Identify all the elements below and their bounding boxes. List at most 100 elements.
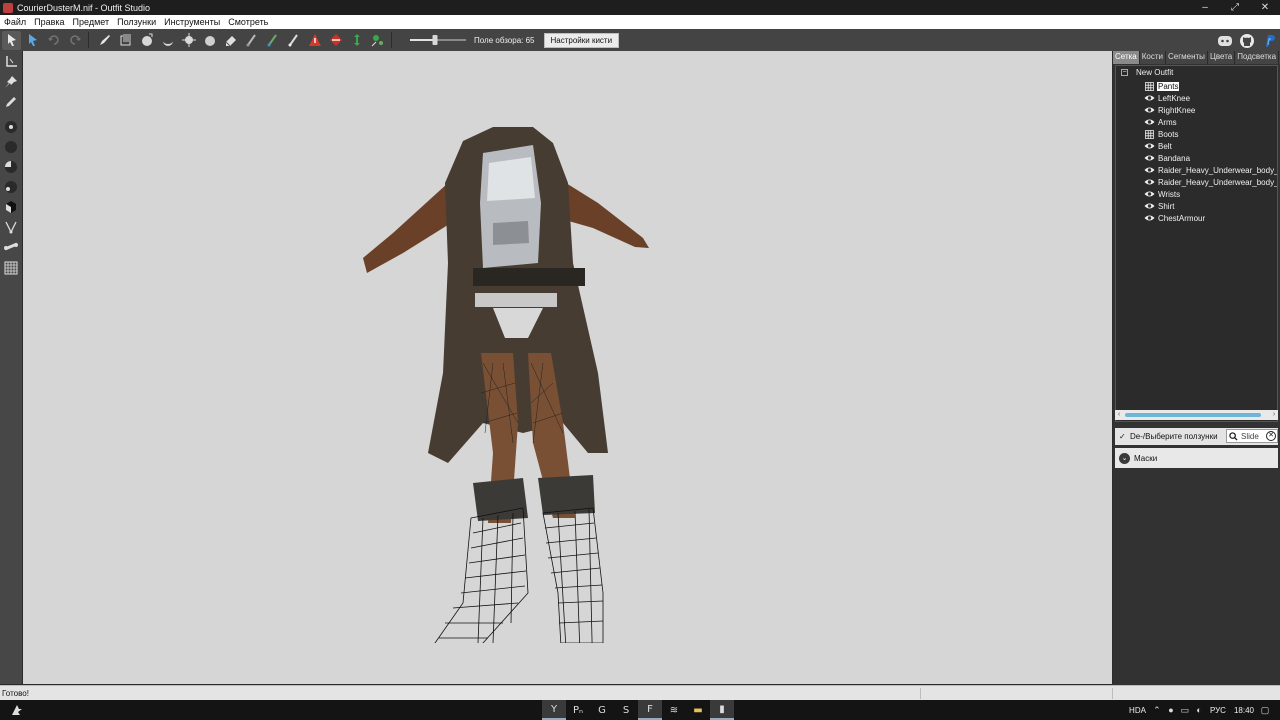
tab-segments[interactable]: Сегменты [1166,51,1208,64]
tree-item[interactable]: Bandana [1144,152,1191,164]
select-tool-button[interactable] [2,30,21,50]
eye-icon[interactable] [1144,202,1155,211]
minimize-button[interactable]: – [1190,0,1220,15]
eye-icon[interactable] [1144,154,1155,163]
grid-icon[interactable] [1144,129,1155,139]
taskbar-app[interactable]: S [614,700,638,720]
segment-view-button[interactable] [2,238,20,256]
collision-toggle-button[interactable] [305,31,324,50]
menu-edit[interactable]: Правка [30,17,68,27]
taskbar-app-outfit-studio[interactable]: ▮ [710,700,734,720]
start-button[interactable] [10,703,24,717]
tree-item[interactable]: Raider_Heavy_Underwear_body_Cl [1144,176,1277,188]
menu-view[interactable]: Смотреть [224,17,272,27]
brush-inflate-button[interactable] [137,31,156,50]
eye-icon[interactable] [1144,142,1155,151]
brush-alpha-button[interactable] [284,31,303,50]
bone-view-button[interactable] [2,218,20,236]
taskbar-app-explorer[interactable]: ▬ [686,700,710,720]
connected-toggle-button[interactable] [347,31,366,50]
language-indicator[interactable]: РУС [1210,706,1226,715]
eye-icon[interactable] [1144,94,1155,103]
eye-icon[interactable] [1144,118,1155,127]
tree-item[interactable]: LeftKnee [1144,92,1191,104]
grid-icon[interactable] [1144,81,1155,91]
brush-move-button[interactable] [179,31,198,50]
fov-slider[interactable] [410,34,466,46]
eye-icon[interactable] [1144,178,1155,187]
brush-standard-button[interactable] [95,31,114,50]
menu-file[interactable]: Файл [0,17,30,27]
eye-icon[interactable] [1144,106,1155,115]
volume-icon[interactable]: ◐ [1192,700,1206,720]
brush-smooth-button[interactable] [200,31,219,50]
clear-search-icon[interactable]: ✕ [1266,431,1276,441]
point-size-medium-button[interactable] [2,138,20,156]
tree-item[interactable]: Raider_Heavy_Underwear_body_Cl [1144,164,1277,176]
discord-button[interactable] [1215,31,1234,50]
tree-item[interactable]: Arms [1144,116,1178,128]
network-icon[interactable]: ▭ [1178,700,1192,720]
tree-item[interactable]: Pants [1144,80,1180,92]
github-button[interactable] [1237,31,1256,50]
sphere-light-button[interactable] [2,178,20,196]
tab-lighting[interactable]: Подсветка [1235,51,1280,64]
menu-shape[interactable]: Предмет [69,17,114,27]
brush-weight-button[interactable] [242,31,261,50]
tab-mesh[interactable]: Сетка [1113,51,1140,64]
global-brush-toggle-button[interactable] [368,31,387,50]
taskbar-app[interactable]: ≋ [662,700,686,720]
masks-section[interactable]: ⌄ Маски [1115,448,1278,468]
pencil-tool-button[interactable] [2,93,20,111]
select-sliders-checkbox[interactable]: ✓ [1119,432,1127,441]
menu-sliders[interactable]: Ползунки [113,17,160,27]
tree-item[interactable]: RightKnee [1144,104,1196,116]
brush-mask-button[interactable] [116,31,135,50]
taskbar-app[interactable]: Pₙ [566,700,590,720]
redo-button[interactable] [65,31,84,50]
tree-item[interactable]: Wrists [1144,188,1181,200]
point-size-small-button[interactable] [2,118,20,136]
collapse-toggle[interactable]: − [1121,69,1128,76]
brush-color-button[interactable] [263,31,282,50]
tree-item[interactable]: Boots [1144,128,1179,140]
tab-bones[interactable]: Кости [1140,51,1166,64]
undo-button[interactable] [44,31,63,50]
tree-root[interactable]: − New Outfit [1121,68,1173,77]
tree-item[interactable]: Belt [1144,140,1173,152]
slider-search-input[interactable]: Slide ✕ [1226,429,1278,443]
taskbar-app[interactable]: F [638,700,662,720]
fov-slider-thumb[interactable] [432,35,438,45]
chevron-up-icon[interactable]: ⌃ [1150,700,1164,720]
tree-horizontal-scrollbar[interactable]: ‹ › [1115,410,1278,420]
scroll-thumb[interactable] [1125,413,1261,417]
paypal-button[interactable] [1259,31,1278,50]
clock[interactable]: 18:40 [1234,706,1254,715]
tray-indicator[interactable]: HDA [1129,706,1146,715]
tab-colors[interactable]: Цвета [1208,51,1236,64]
close-button[interactable]: ✕ [1250,0,1280,15]
eye-icon[interactable] [1144,166,1155,175]
brush-settings-button[interactable]: Настройки кисти [543,32,620,48]
brush-deflate-button[interactable] [158,31,177,50]
scroll-left-icon[interactable]: ‹ [1115,410,1123,420]
wireframe-toggle-button[interactable] [2,259,20,277]
notifications-icon[interactable]: ▢ [1258,700,1272,720]
microphone-icon[interactable]: ● [1164,700,1178,720]
eye-icon[interactable] [1144,190,1155,199]
tree-item[interactable]: Shirt [1144,200,1175,212]
x-mirror-toggle-button[interactable] [326,31,345,50]
taskbar-app[interactable]: G [590,700,614,720]
taskbar-app[interactable]: Y [542,700,566,720]
brush-undiff-button[interactable] [221,31,240,50]
3d-viewport[interactable] [23,51,1112,684]
scroll-right-icon[interactable]: › [1270,410,1278,420]
restore-button[interactable]: ⤢ [1220,0,1250,15]
pin-tool-button[interactable] [2,73,20,91]
anchor-tool-button[interactable] [2,53,20,71]
transform-tool-button[interactable] [23,31,42,50]
half-sphere-button[interactable] [2,158,20,176]
cube-view-button[interactable] [2,198,20,216]
eye-icon[interactable] [1144,214,1155,223]
menu-tools[interactable]: Инструменты [160,17,224,27]
